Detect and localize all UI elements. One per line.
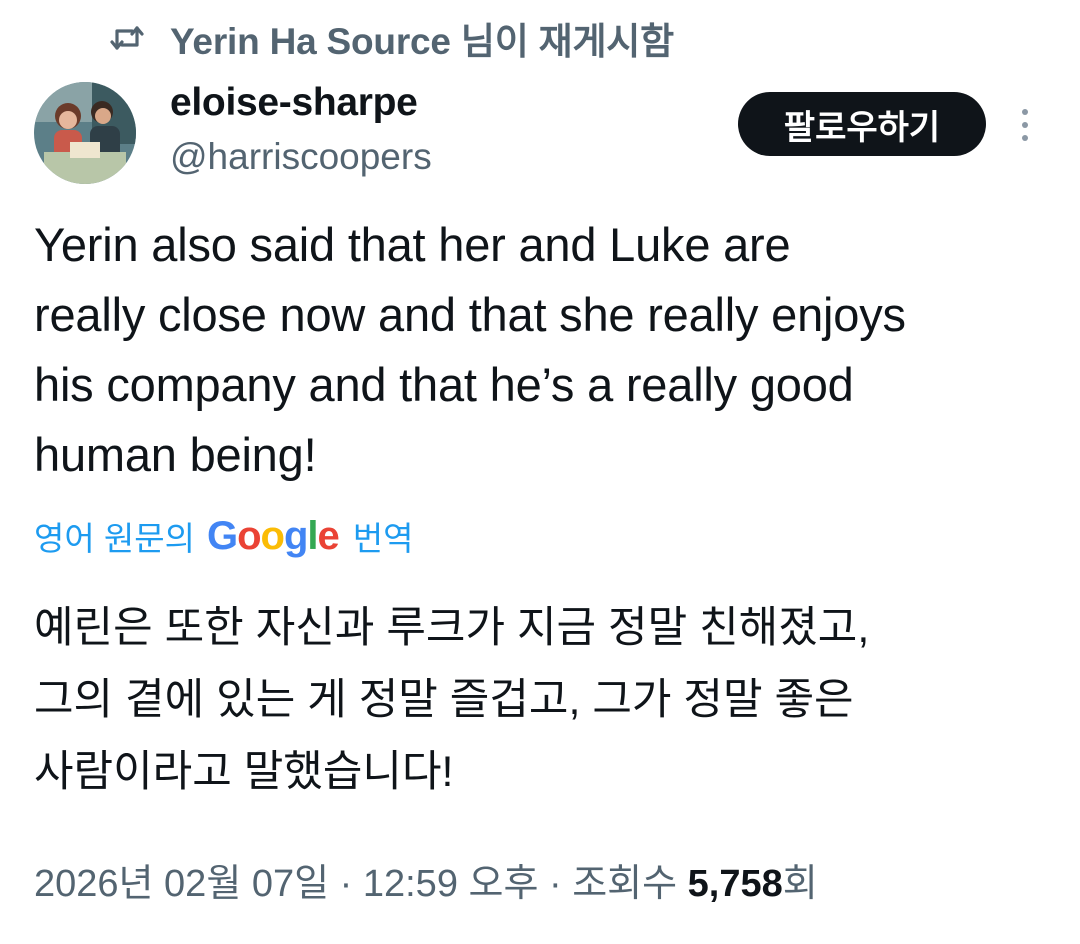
avatar[interactable]	[34, 82, 136, 184]
google-letter: g	[283, 513, 308, 558]
tweet-text: Yerin also said that her and Luke are re…	[34, 218, 906, 481]
meta-separator: ·	[339, 863, 353, 905]
translation-suffix: 번역	[352, 520, 414, 557]
google-letter: G	[206, 513, 238, 558]
repost-indicator[interactable]: Yerin Ha Source 님이 재게시함	[108, 12, 674, 64]
meta-separator: ·	[549, 863, 562, 905]
follow-button[interactable]: 팔로우하기	[738, 92, 986, 156]
views-count: 5,758	[687, 863, 783, 905]
google-letter: o	[237, 513, 261, 558]
translation-label[interactable]: 영어 원문의 G o o g l e 번역	[34, 508, 414, 564]
views-label: 조회수	[572, 863, 678, 905]
views-suffix: 회	[782, 863, 818, 905]
user-handle[interactable]: @harriscoopers	[170, 132, 432, 182]
user-info[interactable]: eloise-sharpe @harriscoopers	[170, 78, 432, 182]
tweet-metadata: 2026년 02월 07일 · 12:59 오후 · 조회수 5,758회	[34, 856, 818, 912]
repost-icon	[108, 19, 146, 57]
google-logo: G o o g l e	[206, 513, 340, 559]
tweet-date[interactable]: 2026년 02월 07일	[34, 863, 329, 905]
display-name[interactable]: eloise-sharpe	[170, 78, 432, 128]
translation-prefix: 영어 원문의	[34, 520, 195, 557]
google-letter: l	[307, 513, 318, 558]
repost-label: Yerin Ha Source 님이 재게시함	[170, 21, 674, 62]
tweet-time[interactable]: 12:59 오후	[363, 863, 539, 905]
more-vertical-icon[interactable]	[1010, 100, 1040, 150]
google-letter: o	[260, 513, 285, 558]
translated-text: 예린은 또한 자신과 루크가 지금 정말 친해졌고, 그의 곁에 있는 게 정말…	[34, 604, 870, 796]
google-letter: e	[317, 513, 340, 558]
